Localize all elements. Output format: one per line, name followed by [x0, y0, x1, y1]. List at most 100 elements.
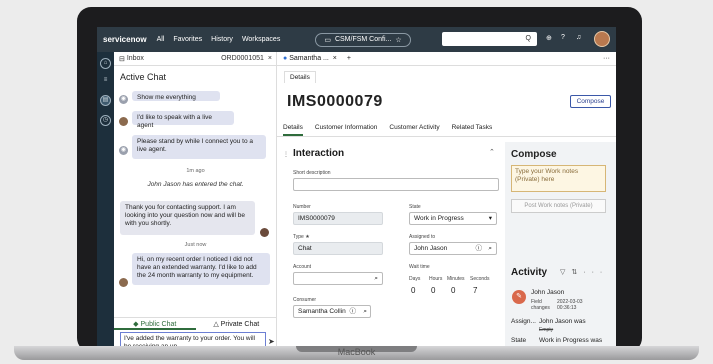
chevron-up-icon[interactable]: ⌃ — [489, 148, 495, 156]
activity-edit-icon: ✎ — [512, 290, 526, 304]
record-panel: ● Samantha ... × + ··· Details IMS000007… — [277, 52, 616, 346]
tab-inbox[interactable]: Inbox — [127, 55, 144, 62]
bot-icon: ◉ — [119, 95, 128, 104]
hours-label: Hours — [429, 276, 443, 282]
tab-samantha-label: Samantha ... — [289, 55, 329, 62]
add-tab-icon[interactable]: + — [347, 55, 351, 62]
activity-meta-field: Field changes — [531, 299, 550, 311]
help-icon[interactable]: ? — [561, 34, 565, 41]
short-description-label: Short description — [293, 170, 331, 176]
nav-favorites[interactable]: Favorites — [173, 36, 202, 43]
screen: servicenow All Favorites History Workspa… — [97, 27, 616, 346]
number-label: Number — [293, 204, 311, 210]
customer-avatar — [119, 278, 128, 287]
tab-related-tasks[interactable]: Related Tasks — [452, 124, 493, 136]
search-icon: Q — [525, 35, 531, 42]
info-icon[interactable]: ⓘ — [476, 243, 483, 254]
search-icon[interactable]: ⌕ — [363, 306, 367, 317]
search-icon[interactable]: ⌕ — [488, 243, 492, 254]
tab-customer-activity[interactable]: Customer Activity — [389, 124, 439, 136]
state-select[interactable]: Work in Progress ▾ — [409, 212, 497, 225]
activity-state-value: Work in Progress was — [539, 337, 603, 344]
details-tab[interactable]: Details — [284, 71, 316, 83]
consumer-label: Consumer — [293, 297, 317, 303]
clock-icon[interactable]: ◷ — [100, 115, 111, 126]
info-icon[interactable]: ⓘ — [350, 306, 357, 317]
account-field[interactable]: ⌕ — [293, 272, 383, 285]
chat-input[interactable]: I've added the warranty to your order. Y… — [120, 332, 266, 346]
logo[interactable]: servicenow — [103, 35, 147, 44]
close-icon[interactable]: × — [331, 55, 337, 62]
user-avatar[interactable] — [594, 31, 610, 47]
chat-message: Please stand by while I connect you to a… — [132, 135, 266, 159]
tab-details[interactable]: Details — [283, 124, 303, 136]
menu-icon[interactable]: ≡ — [100, 76, 111, 87]
compose-button[interactable]: Compose — [570, 95, 611, 108]
post-worknotes-button[interactable]: Post Work notes (Private) — [511, 199, 606, 213]
search-icon[interactable]: ⌕ — [374, 273, 378, 284]
short-description-input[interactable] — [293, 178, 499, 191]
workspace-pill-label: CSM/FSM Confi... — [334, 36, 392, 43]
worknotes-input[interactable]: Type your Work notes (Private) here — [511, 165, 606, 192]
left-rail: ⌂ ≡ ▤ ◷ — [97, 52, 114, 346]
compose-title: Compose — [511, 149, 557, 160]
nav-workspaces[interactable]: Workspaces — [242, 36, 280, 43]
more-icon[interactable]: ··· — [603, 55, 610, 62]
inbox-icon[interactable]: ▤ — [100, 95, 111, 106]
workspace-pill[interactable]: ▭ CSM/FSM Confi... ☆ — [315, 32, 411, 47]
tab-private-chat[interactable]: △ Private Chat — [196, 318, 278, 330]
consumer-value: Samantha Collin — [298, 308, 346, 315]
assigned-field[interactable]: John Jason ⓘ ⌕ — [409, 242, 497, 255]
type-field: Chat — [293, 242, 383, 255]
minutes-label: Minutes — [447, 276, 465, 282]
top-navigation-bar: servicenow All Favorites History Workspa… — [97, 27, 616, 52]
activity-toolbar: ▽⇅··· — [560, 268, 608, 276]
filter-icon[interactable]: ▽ — [560, 269, 571, 276]
activity-assigned-value: John Jason was — [539, 318, 586, 325]
home-icon[interactable]: ⌂ — [100, 58, 111, 69]
assigned-value: John Jason — [414, 245, 448, 252]
sort-icon[interactable]: ⇅ — [571, 269, 583, 276]
tab-samantha[interactable]: ● Samantha ... × — [283, 55, 337, 62]
tab-customer-information[interactable]: Customer Information — [315, 124, 378, 136]
bell-icon[interactable]: ♫ — [576, 34, 581, 41]
form-tabs: Details Customer Information Customer Ac… — [283, 124, 492, 136]
close-icon[interactable]: × — [268, 55, 272, 62]
activity-assigned-key: Assign... — [511, 318, 536, 325]
record-tabs: ● Samantha ... × + ··· — [277, 52, 616, 66]
more-icon[interactable]: ··· — [583, 269, 608, 276]
consumer-field[interactable]: Samantha Collin ⓘ ⌕ — [293, 305, 371, 318]
send-icon[interactable]: ➤ — [268, 337, 275, 346]
interaction-form: ⋮ Interaction ⌃ Short description Number… — [283, 142, 504, 346]
days-value: 0 — [411, 286, 416, 295]
compose-tabs: ◆ Public Chat △ Private Chat — [114, 317, 277, 330]
tab-private-chat-label: Private Chat — [220, 321, 260, 328]
assigned-label: Assigned to — [409, 234, 436, 240]
minutes-value: 0 — [451, 286, 456, 295]
dropdown-icon: ▾ — [488, 215, 492, 222]
globe-icon[interactable]: ⊕ — [546, 34, 552, 42]
bot-icon: ◉ — [119, 146, 128, 155]
seconds-label: Seconds — [470, 276, 490, 282]
tab-public-chat[interactable]: ◆ Public Chat — [114, 318, 196, 330]
compose-activity-panel: Compose Type your Work notes (Private) h… — [505, 142, 616, 346]
search-input[interactable]: Q — [442, 32, 537, 46]
tab-record[interactable]: ORD0001051 — [221, 55, 264, 62]
copy-icon[interactable]: ◌ — [375, 96, 380, 105]
customer-avatar — [119, 117, 128, 126]
nav-history[interactable]: History — [211, 36, 233, 43]
chat-bubble-icon: ● — [283, 55, 288, 62]
inbox-tab-icon: ⊟ — [119, 55, 127, 63]
system-message: John Jason has entered the chat. — [147, 181, 244, 188]
wait-time-label: Wait time — [409, 264, 430, 270]
nav-all[interactable]: All — [157, 36, 165, 43]
activity-assigned-prev: Empty — [539, 327, 554, 333]
drag-handle-icon[interactable]: ⋮ — [283, 151, 289, 158]
interaction-title: Interaction — [293, 148, 345, 159]
days-label: Days — [409, 276, 421, 282]
chat-message: Thank you for contacting support. I am l… — [120, 201, 255, 235]
record-number: IMS0000079 — [287, 93, 383, 110]
tab-public-chat-label: Public Chat — [140, 321, 177, 328]
activity-state-key: State — [511, 337, 527, 344]
activity-author: John Jason — [531, 289, 565, 296]
